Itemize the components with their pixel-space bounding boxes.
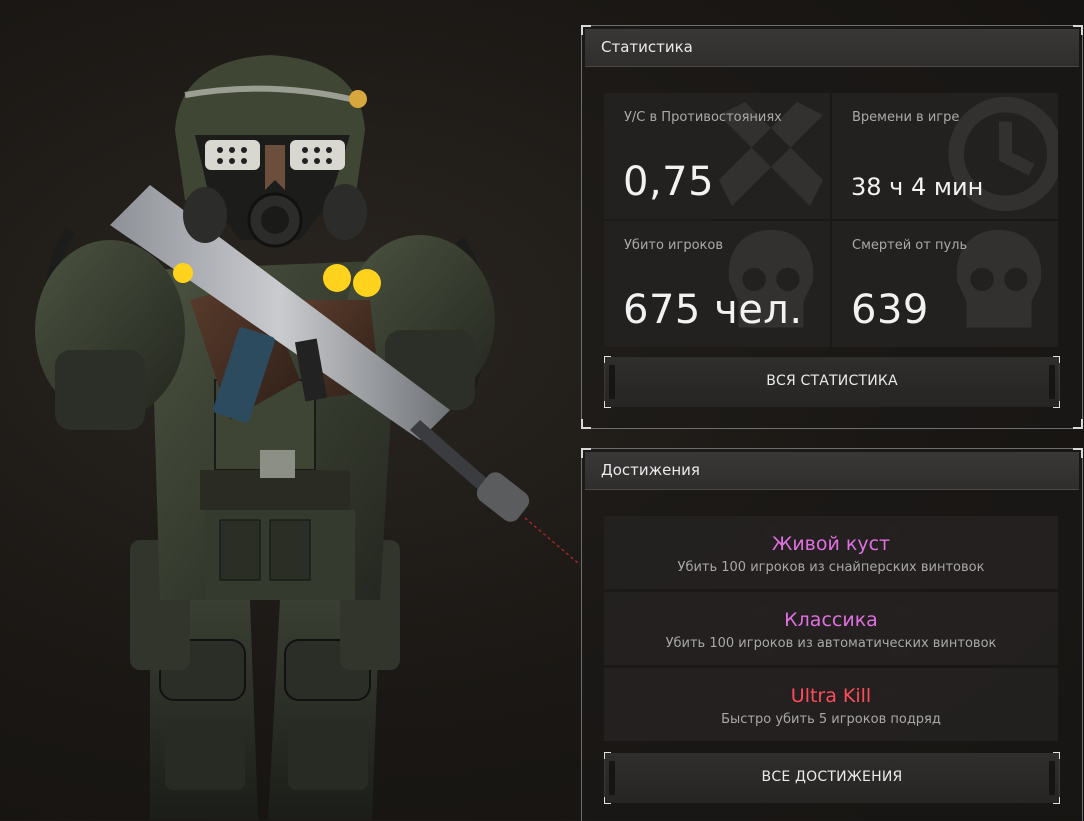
stats-panel: Статистика У/С в Противостояниях 0,75 Вр… xyxy=(581,25,1083,429)
corner-mark xyxy=(581,419,591,429)
achievements-panel-header: Достижения xyxy=(585,452,1079,490)
corner-mark xyxy=(1053,356,1060,363)
achievements-panel-title: Достижения xyxy=(601,461,700,479)
stat-tile-deaths: Смертей от пуль 639 xyxy=(832,221,1058,347)
character-model xyxy=(35,55,580,820)
corner-mark xyxy=(604,752,611,759)
achievement-item: Классика Убить 100 игроков из автоматиче… xyxy=(604,592,1058,665)
achievement-item: Живой куст Убить 100 игроков из снайперс… xyxy=(604,516,1058,589)
corner-mark xyxy=(604,797,611,804)
achievement-description: Быстро убить 5 игроков подряд xyxy=(721,712,941,727)
stat-value: 0,75 xyxy=(623,159,715,205)
stat-label: Времени в игре xyxy=(852,110,960,125)
stats-panel-title: Статистика xyxy=(601,38,693,56)
achievement-title: Классика xyxy=(784,609,878,631)
corner-mark xyxy=(604,401,611,408)
achievements-panel: Достижения Живой куст Убить 100 игроков … xyxy=(581,448,1083,821)
stat-label: Убито игроков xyxy=(624,238,723,253)
stat-tile-playtime: Времени в игре 38 ч 4 мин xyxy=(832,93,1058,219)
corner-mark xyxy=(1073,419,1083,429)
all-stats-button[interactable]: ВСЯ СТАТИСТИКА xyxy=(604,356,1060,408)
stat-tile-kd: У/С в Противостояниях 0,75 xyxy=(604,93,830,219)
stat-value: 639 xyxy=(851,287,929,333)
achievement-item: Ultra Kill Быстро убить 5 игроков подряд xyxy=(604,668,1058,741)
achievement-description: Убить 100 игроков из автоматических винт… xyxy=(665,636,997,651)
corner-mark xyxy=(1053,401,1060,408)
all-stats-button-label: ВСЯ СТАТИСТИКА xyxy=(766,373,898,389)
stat-label: Смертей от пуль xyxy=(852,238,968,253)
all-achievements-button-label: ВСЕ ДОСТИЖЕНИЯ xyxy=(761,769,903,785)
stat-label: У/С в Противостояниях xyxy=(624,110,782,125)
achievement-description: Убить 100 игроков из снайперских винтово… xyxy=(677,560,985,575)
corner-mark xyxy=(604,356,611,363)
corner-mark xyxy=(1053,752,1060,759)
achievement-title: Живой куст xyxy=(771,533,891,555)
all-achievements-button[interactable]: ВСЕ ДОСТИЖЕНИЯ xyxy=(604,752,1060,804)
achievement-title: Ultra Kill xyxy=(790,685,872,707)
stat-tile-kills: Убито игроков 675 чел. xyxy=(604,221,830,347)
stat-value: 38 ч 4 мин xyxy=(851,173,984,201)
stat-value: 675 чел. xyxy=(623,287,803,333)
corner-mark xyxy=(1053,797,1060,804)
helmet xyxy=(175,55,367,248)
stats-panel-header: Статистика xyxy=(585,29,1079,67)
